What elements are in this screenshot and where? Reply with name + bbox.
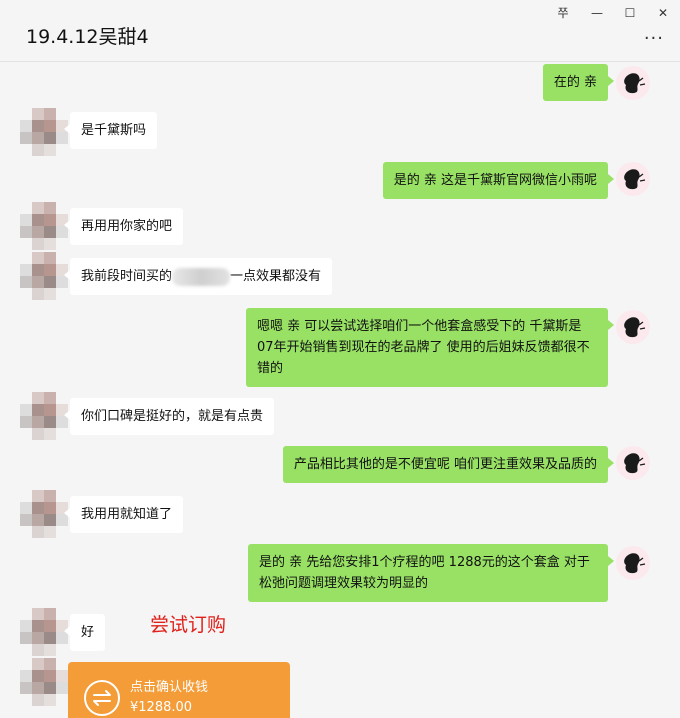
silhouette-icon [624, 169, 646, 190]
seller-avatar[interactable] [616, 66, 650, 100]
message-text: 一点效果都没有 [230, 269, 322, 284]
message-outgoing: 产品相比其他的是不便宜呢 咱们更注重效果及品质的 [282, 446, 615, 483]
customer-avatar[interactable] [20, 392, 68, 440]
close-button[interactable]: ✕ [650, 4, 676, 22]
seller-avatar[interactable] [616, 310, 650, 344]
message-incoming: 我用用就知道了 [63, 496, 184, 533]
minimize-button[interactable]: — [584, 4, 610, 22]
title-bar: 19.4.12吴甜4 쭈 — ☐ ✕ ··· [0, 0, 680, 62]
silhouette-icon [624, 553, 646, 574]
maximize-button[interactable]: ☐ [617, 4, 643, 22]
transfer-arrows-icon [84, 680, 120, 716]
customer-avatar[interactable] [20, 252, 68, 300]
message-outgoing: 是的 亲 这是千黛斯官网微信小雨呢 [382, 162, 615, 199]
message-text: 我前段时间买的 [81, 269, 173, 284]
customer-avatar[interactable] [20, 202, 68, 250]
seller-avatar[interactable] [616, 162, 650, 196]
transfer-label: 点击确认收钱 [130, 680, 209, 695]
silhouette-icon [624, 317, 646, 338]
transfer-amount: ¥1288.00 [130, 700, 193, 715]
chat-area: 在的 亲 是千黛斯吗 是的 亲 这是千黛斯官网微信小雨呢 再用用你家的吧 我前段… [0, 62, 680, 718]
silhouette-icon [624, 453, 646, 474]
message-incoming: 是千黛斯吗 [63, 112, 158, 149]
silhouette-icon [624, 73, 646, 94]
pin-icon[interactable]: 쭈 [550, 4, 576, 22]
message-incoming: 再用用你家的吧 [63, 208, 184, 245]
message-incoming: 我前段时间买的 一点效果都没有 [63, 258, 333, 295]
message-outgoing: 在的 亲 [542, 64, 615, 101]
transfer-card[interactable]: 点击确认收钱 ¥1288.00 [68, 662, 290, 718]
message-incoming: 你们口碑是挺好的，就是有点贵 [63, 398, 275, 435]
red-annotation: 尝试订购 [150, 614, 227, 636]
customer-avatar[interactable] [20, 490, 68, 538]
more-options-icon[interactable]: ··· [644, 28, 664, 49]
seller-avatar[interactable] [616, 546, 650, 580]
redacted-blur [172, 267, 231, 286]
chat-title: 19.4.12吴甜4 [26, 26, 149, 48]
message-outgoing: 是的 亲 先给您安排1个疗程的吧 1288元的这个套盒 对于松弛问题调理效果较为… [248, 544, 614, 602]
message-incoming: 好 [63, 614, 106, 651]
customer-avatar[interactable] [20, 658, 68, 706]
customer-avatar[interactable] [20, 608, 68, 656]
seller-avatar[interactable] [616, 446, 650, 480]
customer-avatar[interactable] [20, 108, 68, 156]
message-outgoing: 嗯嗯 亲 可以尝试选择咱们一个他套盒感受下的 千黛斯是07年开始销售到现在的老品… [246, 308, 614, 387]
